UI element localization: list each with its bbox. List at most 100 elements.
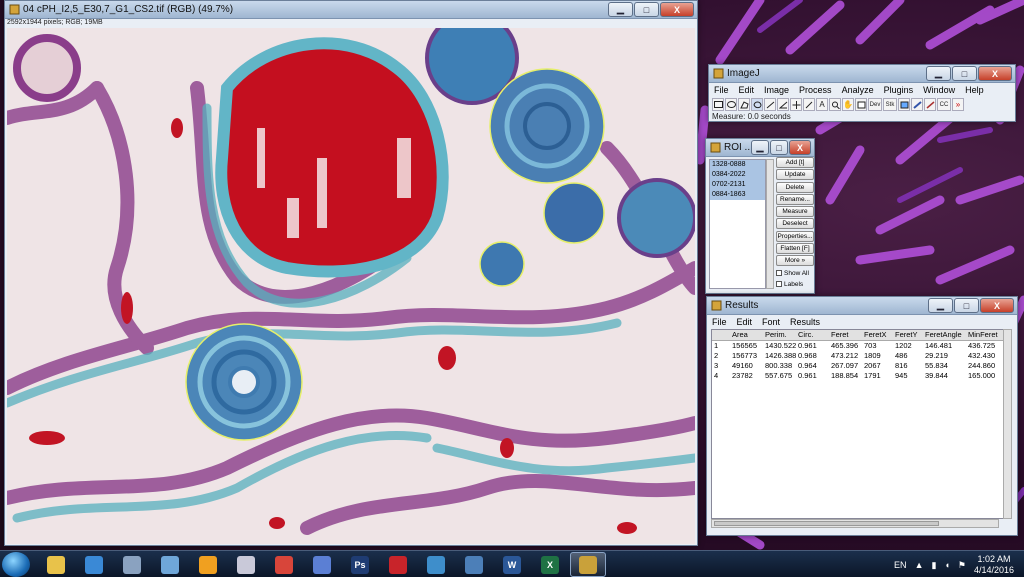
taskbar-app-button[interactable] (418, 552, 454, 577)
dev-icon[interactable]: Dev (868, 98, 882, 111)
network-signal-icon[interactable]: ▮ (931, 560, 936, 571)
flag-icon[interactable]: ⚑ (958, 560, 966, 571)
brush-icon[interactable] (911, 98, 923, 111)
magnifier-icon[interactable] (829, 98, 841, 111)
imagej-titlebar[interactable]: ImageJ ▁ □ X (709, 65, 1015, 83)
stk-icon[interactable]: Stk (883, 98, 897, 111)
taskbar-app-button[interactable] (38, 552, 74, 577)
roi-list-item[interactable]: 0384-2022 (710, 170, 765, 180)
results-window[interactable]: Results ▁ □ X File Edit Font Results Are… (706, 296, 1018, 536)
more-button[interactable]: More » (776, 255, 814, 267)
wand-icon[interactable] (803, 98, 815, 111)
minimize-button[interactable]: ▁ (751, 140, 769, 155)
taskbar-app-button[interactable] (304, 552, 340, 577)
menu-process[interactable]: Process (794, 84, 837, 97)
results-menu-file[interactable]: File (707, 316, 732, 329)
delete-button[interactable]: Delete (776, 181, 814, 193)
menu-help[interactable]: Help (960, 84, 989, 97)
table-row[interactable]: 2 156773 1426.388 0.968 473.212 1809 486… (712, 351, 1008, 361)
angle-icon[interactable] (777, 98, 789, 111)
taskbar-app-button[interactable]: X (532, 552, 568, 577)
hand-icon[interactable]: ✋ (842, 98, 854, 111)
maximize-button[interactable]: □ (954, 298, 979, 313)
menu-analyze[interactable]: Analyze (837, 84, 879, 97)
taskbar-app-button[interactable] (266, 552, 302, 577)
show-all-checkbox[interactable]: Show All (776, 268, 814, 279)
taskbar-app-button[interactable] (190, 552, 226, 577)
maximize-button[interactable]: □ (634, 2, 659, 17)
results-table[interactable]: Area Perim. Circ. Feret FeretX FeretY Fe… (711, 329, 1009, 519)
taskbar-app-button[interactable]: Ps (342, 552, 378, 577)
table-row[interactable]: 3 49160 800.338 0.964 267.097 2067 816 5… (712, 361, 1008, 371)
point-icon[interactable] (790, 98, 802, 111)
rectangle-icon[interactable] (712, 98, 724, 111)
menu-window[interactable]: Window (918, 84, 960, 97)
imagej-window[interactable]: ImageJ ▁ □ X File Edit Image Process Ana… (708, 64, 1016, 122)
taskbar-app-button[interactable] (380, 552, 416, 577)
maximize-button[interactable]: □ (952, 66, 977, 81)
close-button[interactable]: X (789, 140, 811, 155)
column-header[interactable]: MinFeret (966, 330, 1006, 340)
column-header[interactable]: FeretAngle (923, 330, 966, 340)
roi-list-item[interactable]: 0884-1863 (710, 190, 765, 200)
results-horizontal-scrollbar[interactable] (711, 519, 999, 528)
menu-image[interactable]: Image (759, 84, 794, 97)
add-button[interactable]: Add [t] (776, 157, 814, 168)
oval-icon[interactable] (725, 98, 737, 111)
deselect-button[interactable]: Deselect (776, 218, 814, 230)
column-header[interactable]: FeretY (893, 330, 923, 340)
results-vertical-scrollbar[interactable] (1003, 329, 1012, 519)
more-icon[interactable]: » (952, 98, 964, 111)
column-header[interactable]: FeretX (862, 330, 893, 340)
minimize-button[interactable]: ▁ (926, 66, 951, 81)
scrollbar-thumb[interactable] (714, 521, 939, 526)
menu-edit[interactable]: Edit (734, 84, 760, 97)
roi-manager-titlebar[interactable]: ROI ... ▁ □ X (706, 139, 814, 157)
start-button[interactable] (2, 552, 30, 577)
results-titlebar[interactable]: Results ▁ □ X (707, 297, 1017, 315)
rename-button[interactable]: Rename... (776, 193, 814, 205)
minimize-button[interactable]: ▁ (608, 2, 633, 17)
roi-list-item[interactable]: 1328-0888 (710, 160, 765, 170)
taskbar-app-button[interactable] (76, 552, 112, 577)
image-canvas[interactable] (7, 28, 695, 544)
minimize-button[interactable]: ▁ (928, 298, 953, 313)
results-menu-results[interactable]: Results (785, 316, 825, 329)
taskbar-app-button[interactable] (152, 552, 188, 577)
volume-icon[interactable]: ◖ (944, 560, 949, 570)
maximize-button[interactable]: □ (770, 140, 788, 155)
close-button[interactable]: X (978, 66, 1012, 81)
results-menu-font[interactable]: Font (757, 316, 785, 329)
roi-list-item[interactable]: 0702-2131 (710, 180, 765, 190)
roi-manager-window[interactable]: ROI ... ▁ □ X 1328-0888 0384-2022 0702-2… (705, 138, 815, 294)
language-indicator[interactable]: EN (894, 560, 907, 570)
results-menu-edit[interactable]: Edit (732, 316, 758, 329)
menu-file[interactable]: File (709, 84, 734, 97)
close-button[interactable]: X (660, 2, 694, 17)
taskbar-app-button[interactable] (456, 552, 492, 577)
taskbar-app-button[interactable] (228, 552, 264, 577)
image-window-titlebar[interactable]: 04 cPH_I2,5_E30,7_G1_CS2.tif (RGB) (49.7… (5, 1, 697, 19)
polygon-icon[interactable] (738, 98, 750, 111)
column-header[interactable] (712, 330, 730, 340)
lut-icon[interactable] (898, 98, 910, 111)
column-header[interactable]: Circ. (796, 330, 829, 340)
taskbar-app-button[interactable] (114, 552, 150, 577)
text-icon[interactable]: A (816, 98, 828, 111)
properties-button[interactable]: Properties... (776, 230, 814, 242)
column-header[interactable]: Feret (829, 330, 862, 340)
taskbar-app-button[interactable]: W (494, 552, 530, 577)
table-row[interactable]: 4 23782 557.675 0.961 188.854 1791 945 3… (712, 371, 1008, 381)
cc-icon[interactable]: CC (937, 98, 951, 111)
menu-plugins[interactable]: Plugins (879, 84, 919, 97)
column-header[interactable]: Area (730, 330, 763, 340)
column-header[interactable]: Perim. (763, 330, 796, 340)
roi-list-scrollbar[interactable] (766, 159, 774, 289)
line-icon[interactable] (764, 98, 776, 111)
measure-button[interactable]: Measure (776, 206, 814, 218)
flatten-button[interactable]: Flatten [F] (776, 243, 814, 255)
tray-arrow-icon[interactable]: ▲ (915, 560, 924, 570)
taskbar-app-button[interactable] (570, 552, 606, 577)
image-window[interactable]: 04 cPH_I2,5_E30,7_G1_CS2.tif (RGB) (49.7… (4, 0, 698, 546)
freehand-icon[interactable] (751, 98, 763, 111)
